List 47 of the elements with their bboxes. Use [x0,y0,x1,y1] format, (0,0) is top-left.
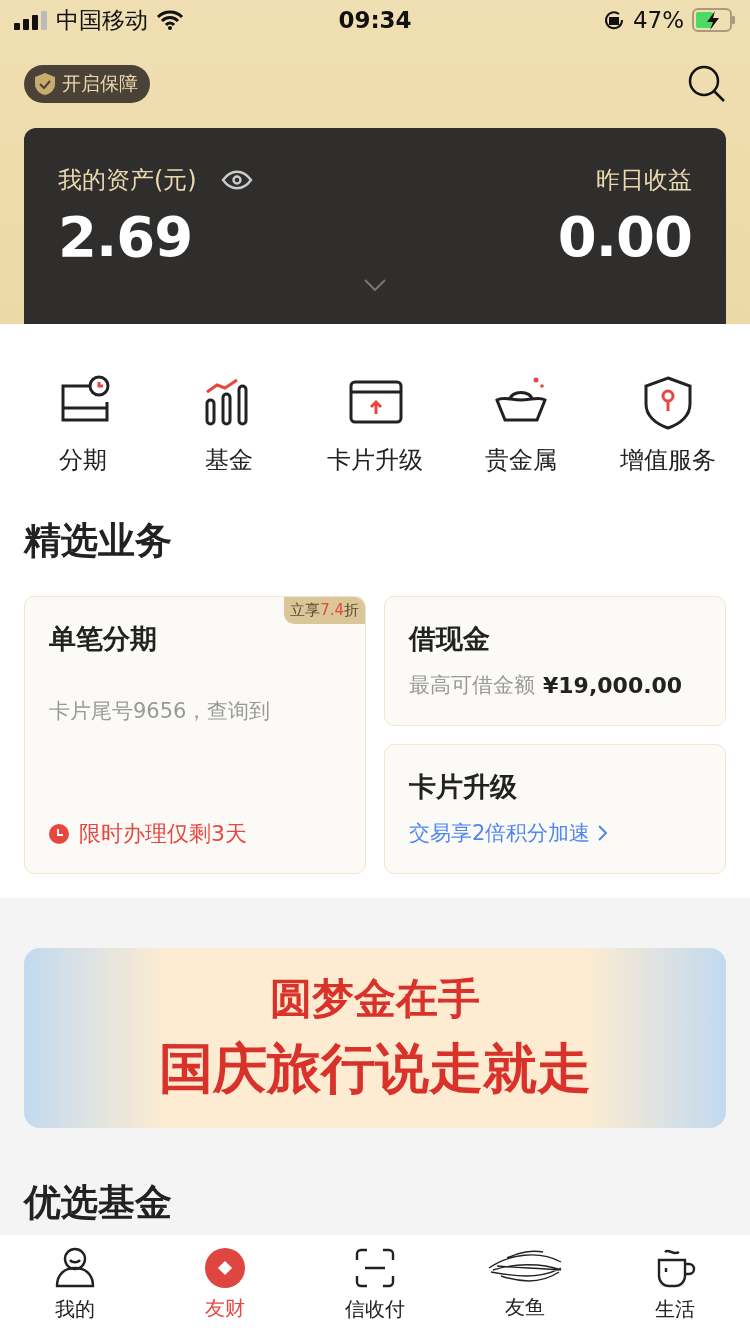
shortcut-item[interactable]: 增值服务 [595,374,740,476]
deadline-notice: 限时办理仅剩3天 [79,820,247,848]
chevron-down-icon[interactable] [364,279,386,291]
tab-item[interactable]: 生活 [600,1245,750,1324]
card-title: 借现金 [409,622,491,656]
shortcut-item[interactable]: 基金 [156,374,302,476]
shortcut-item[interactable]: 卡片升级 [302,374,448,476]
rotation-lock-icon [602,9,625,31]
battery-icon [692,8,736,32]
coin-icon [204,1247,246,1289]
tab-item[interactable]: 友财 [150,1246,300,1323]
shield-check-icon [34,72,56,96]
discount-tag: 立享7.4折 [284,597,365,624]
eye-icon[interactable] [220,170,253,190]
yesterday-label: 昨日收益 [596,165,692,196]
clock-icon [49,824,69,844]
banner-headline: 圆梦金在手 [270,972,480,1025]
section-title: 精选业务 [24,518,173,564]
person-icon [53,1246,97,1290]
carrier-name: 中国移动 [56,5,148,35]
assets-label: 我的资产(元) [58,165,197,196]
section-title: 优选基金 [24,1180,173,1226]
signal-icon [14,10,48,30]
banner-slogan: 国庆旅行说走就走 [159,1035,591,1102]
battery-percent: 47% [632,7,684,33]
card-title: 卡片升级 [409,770,518,804]
loan-amount: ¥19,000.00 [543,672,683,698]
tab-item[interactable]: 我的 [0,1245,150,1324]
protect-button[interactable]: 开启保障 [24,65,150,103]
chevron-right-icon [598,825,608,841]
assets-value: 2.69 [58,204,193,269]
promo-banner[interactable]: 圆梦金在手 国庆旅行说走就走 [24,948,726,1128]
status-time: 09:34 [338,7,412,33]
wifi-icon [156,10,184,30]
search-icon[interactable] [688,65,726,103]
card-title: 单笔分期 [49,622,158,656]
upgrade-card[interactable]: 卡片升级 交易享2倍积分加速 [384,744,726,874]
scan-icon [353,1246,397,1290]
installment-card[interactable]: 立享7.4折 单笔分期 卡片尾号9656，查询到 限时办理仅剩3天 [24,596,366,874]
yesterday-value: 0.00 [557,204,692,269]
card-subtitle: 卡片尾号9656，查询到 [49,698,272,725]
card-label: 最高可借金额 [409,672,535,699]
cash-card[interactable]: 借现金 最高可借金额 ¥19,000.00 [384,596,726,726]
tab-item[interactable]: 信收付 [300,1245,450,1324]
tab-item[interactable]: 友鱼 [450,1247,600,1322]
shortcut-item[interactable]: 贵金属 [448,374,594,476]
shortcut-item[interactable]: 分期 [10,374,155,476]
